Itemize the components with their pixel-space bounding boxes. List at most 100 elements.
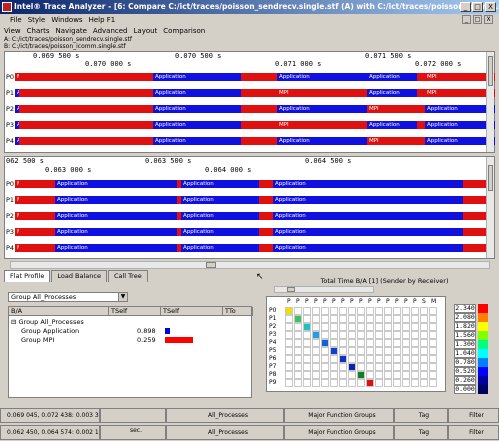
matrix-cell[interactable] [330,315,338,323]
matrix-cell[interactable] [384,379,392,387]
matrix-cell[interactable] [375,307,383,315]
menu-style[interactable]: Style [28,14,46,26]
matrix-cell[interactable] [375,355,383,363]
matrix-cell[interactable] [411,355,419,363]
function-segment[interactable]: Application [15,121,19,129]
matrix-cell[interactable] [294,315,302,323]
function-segment[interactable]: Application [277,73,367,81]
matrix-cell[interactable] [339,355,347,363]
matrix-cell[interactable] [366,331,374,339]
matrix-cell[interactable] [420,371,428,379]
matrix-cell[interactable] [321,331,329,339]
timeline-b-row[interactable]: P4MPI Application Application Application [5,243,486,253]
matrix-cell[interactable] [339,315,347,323]
matrix-cell[interactable] [411,371,419,379]
function-segment[interactable]: Application [55,180,177,188]
matrix-cell[interactable] [303,315,311,323]
menu-help[interactable]: Help F1 [89,14,116,26]
tab-load-balance[interactable]: Load Balance [51,270,107,282]
function-segment[interactable]: Application [55,196,177,204]
matrix-cell[interactable] [420,323,428,331]
matrix-cell[interactable] [429,331,437,339]
mpi-bar[interactable]: MPI Application Application Application [15,196,486,204]
matrix-cell[interactable] [312,347,320,355]
matrix-cell[interactable] [303,307,311,315]
profile-row[interactable]: Group Application 0.898 [9,327,251,335]
event-timeline-b[interactable]: 062 500 s 0.063 500 s 0.064 500 s 0.063 … [4,156,495,259]
function-groups-a[interactable]: Major Function Groups [284,408,394,423]
matrix-cell[interactable] [429,307,437,315]
matrix-cell[interactable] [393,315,401,323]
matrix-cell[interactable] [357,315,365,323]
function-segment[interactable]: Application [425,137,495,145]
timeline-hscroll[interactable] [10,261,490,269]
matrix-cell[interactable] [402,315,410,323]
timeline-a-vscroll[interactable] [486,52,494,152]
timeline-b-row[interactable]: P2MPI Application Application Application [5,211,486,221]
matrix-cell[interactable] [429,363,437,371]
matrix-cell[interactable] [330,355,338,363]
mpi-bar[interactable]: MPI Application Application Application [15,212,486,220]
filter-button-b[interactable]: Filter [448,425,499,440]
function-segment[interactable]: MPI [15,196,19,204]
function-groups-b[interactable]: Major Function Groups [284,425,394,440]
matrix-cell[interactable] [411,347,419,355]
matrix-cell[interactable] [348,307,356,315]
matrix-cell[interactable] [285,315,293,323]
function-segment[interactable]: Application [181,244,259,252]
matrix-cell[interactable] [402,323,410,331]
matrix-cell[interactable] [285,347,293,355]
profile-row[interactable]: Group MPI 0.259 [9,336,251,344]
timeline-a-row[interactable]: P4ApplicationApplicationApplicationMPIAp… [5,136,495,146]
matrix-cell[interactable] [366,355,374,363]
col-header-name[interactable]: B/A [9,307,109,316]
event-timeline-a[interactable]: 0.069 500 s 0.070 500 s 0.071 500 s 0.07… [4,51,495,153]
mpi-bar[interactable]: ApplicationApplicationMPIApplicationMPI [15,89,495,97]
function-segment[interactable]: Application [273,212,463,220]
col-header-tself[interactable]: TSelf [109,307,161,316]
function-segment[interactable]: Application [15,137,19,145]
matrix-cell[interactable] [285,339,293,347]
matrix-cell[interactable] [402,339,410,347]
mdi-close-button[interactable]: X [484,15,493,24]
matrix-cell[interactable] [384,323,392,331]
matrix-cell[interactable] [393,339,401,347]
mpi-bar[interactable]: MPI Application Application Application [15,228,486,236]
matrix-cell[interactable] [420,331,428,339]
function-segment[interactable]: MPI [15,180,19,188]
matrix-cell[interactable] [375,315,383,323]
matrix-cell[interactable] [366,379,374,387]
timeline-b-row[interactable]: P0MPI Application Application Application [5,179,486,189]
function-segment[interactable]: Application [367,89,417,97]
function-segment[interactable]: Application [273,228,463,236]
matrix-cell[interactable] [303,347,311,355]
matrix-cell[interactable] [285,331,293,339]
matrix-cell[interactable] [330,307,338,315]
function-segment[interactable]: Application [425,105,495,113]
matrix-cell[interactable] [294,363,302,371]
close-button[interactable]: X [485,2,496,12]
matrix-cell[interactable] [429,347,437,355]
col-header-tself-bar[interactable]: TSelf [161,307,223,316]
tag-button-b[interactable]: Tag [394,425,448,440]
tag-button-a[interactable]: Tag [394,408,448,423]
function-segment[interactable]: MPI [15,212,19,220]
matrix-cell[interactable] [402,363,410,371]
function-segment[interactable]: MPI [15,73,19,81]
function-segment[interactable]: Application [367,73,417,81]
mdi-minimize-button[interactable]: _ [462,15,471,24]
matrix-cell[interactable] [402,355,410,363]
matrix-cell[interactable] [420,307,428,315]
matrix-cell[interactable] [294,323,302,331]
matrix-cell[interactable] [348,331,356,339]
timeline-b-vscroll[interactable] [486,157,494,258]
matrix-cell[interactable] [393,371,401,379]
matrix-cell[interactable] [393,331,401,339]
matrix-cell[interactable] [303,371,311,379]
menu-comparison[interactable]: Comparison [163,26,205,37]
process-selector-b[interactable]: All_Processes [166,425,284,440]
timeline-a-row[interactable]: P2ApplicationApplicationApplicationMPIAp… [5,104,495,114]
matrix-cell[interactable] [312,323,320,331]
matrix-cell[interactable] [429,323,437,331]
timeline-b-row[interactable]: P1MPI Application Application Application [5,195,486,205]
